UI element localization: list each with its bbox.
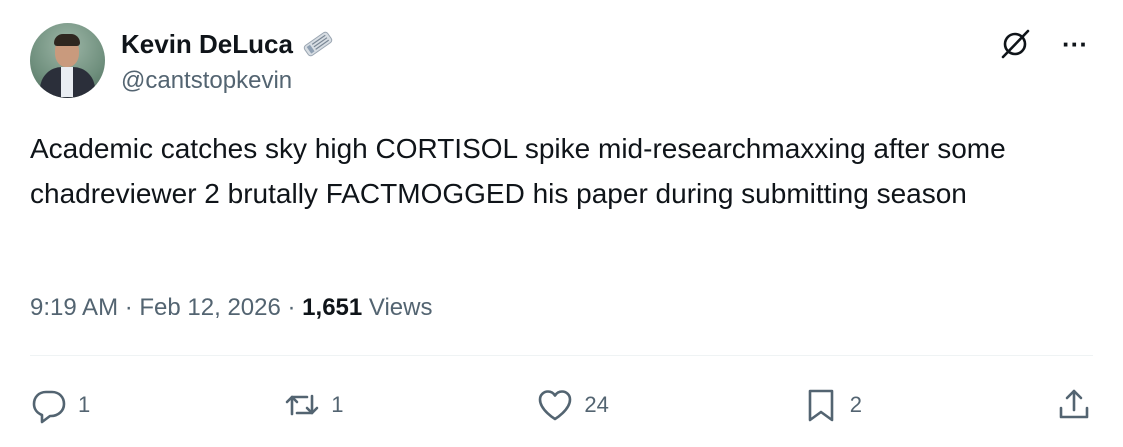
divider [30, 355, 1093, 356]
share-icon [1059, 389, 1089, 419]
tweet-meta: 9:19 AM · Feb 12, 2026 · 1,651 Views [30, 292, 433, 324]
more-icon[interactable]: ··· [1057, 26, 1093, 62]
author-handle[interactable]: @cantstopkevin [121, 66, 292, 96]
repost-icon [285, 394, 319, 416]
tweet-top-actions: ··· [997, 26, 1093, 62]
more-label: ··· [1062, 29, 1088, 59]
tweet-time[interactable]: 9:19 AM [30, 292, 118, 324]
reply-button[interactable]: 1 [30, 386, 90, 424]
repost-button[interactable]: 1 [283, 386, 343, 424]
reply-count: 1 [78, 392, 91, 417]
views-count: 1,651 [302, 294, 363, 321]
like-count: 24 [584, 392, 609, 417]
tweet-text: Academic catches sky high CORTISOL spike… [30, 133, 1006, 209]
reply-icon [32, 390, 66, 424]
avatar-shirt [61, 67, 73, 97]
bookmark-button[interactable]: 2 [802, 386, 862, 424]
grok-icon[interactable] [997, 26, 1033, 62]
heart-icon [539, 390, 572, 421]
tweet-date[interactable]: Feb 12, 2026 [139, 292, 280, 324]
author-name[interactable]: Kevin DeLuca [121, 28, 293, 60]
avatar-hair [54, 34, 80, 46]
repost-count: 1 [331, 392, 344, 417]
avatar[interactable] [30, 23, 105, 98]
share-button[interactable] [1055, 386, 1093, 424]
author-name-row: Kevin DeLuca [121, 27, 335, 61]
views-label: Views [362, 294, 433, 321]
meta-separator: · [280, 294, 303, 321]
newspaper-icon [301, 27, 335, 61]
bookmark-count: 2 [849, 392, 863, 417]
bookmark-icon [808, 389, 834, 422]
meta-separator: · [118, 294, 140, 321]
like-button[interactable]: 24 [536, 386, 609, 424]
tweet-actions: 1 1 24 2 [30, 380, 1093, 430]
